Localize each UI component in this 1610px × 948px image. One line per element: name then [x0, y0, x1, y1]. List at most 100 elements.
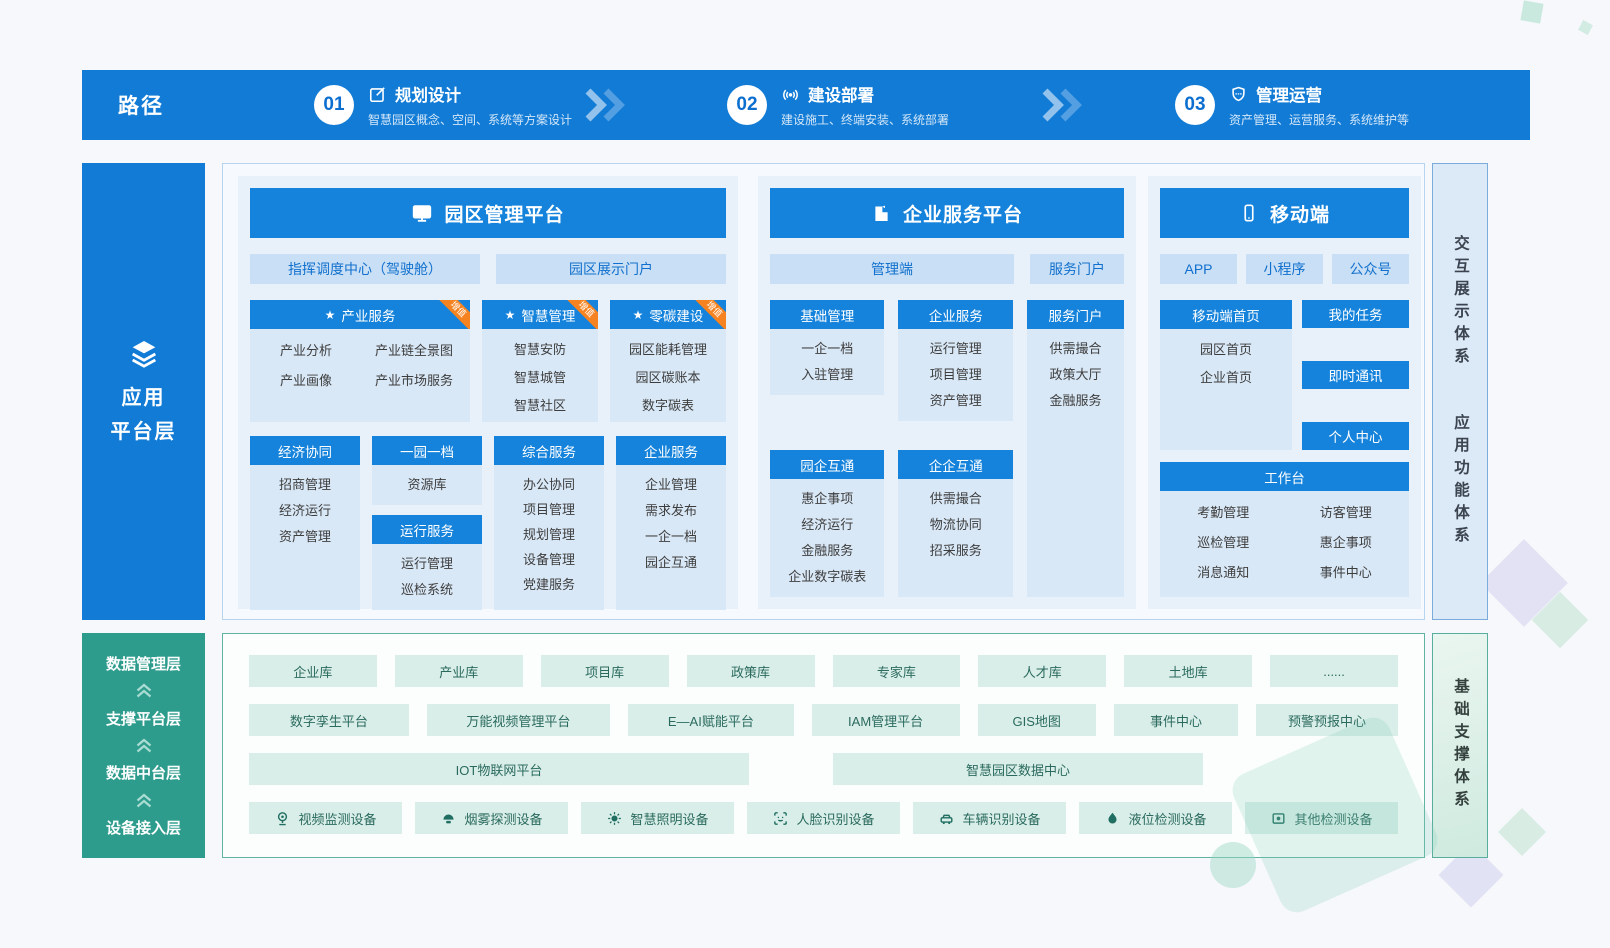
other-detection-device-button[interactable]: 其他检测设备: [1245, 802, 1398, 834]
card-item: 惠企事项: [772, 486, 882, 512]
video-monitor-device-button[interactable]: 视频监测设备: [249, 802, 402, 834]
gis-map-button[interactable]: GIS地图: [978, 704, 1096, 736]
card-item: 金融服务: [1029, 388, 1122, 414]
application-platform-panel: 园区管理平台 指挥调度中心（驾驶舱） 园区展示门户 ★ 产业服务 增值 产业分析…: [222, 163, 1425, 620]
card-item: 招商管理: [252, 472, 358, 498]
workbench-card: 工作台 考勤管理 访客管理 巡检管理 惠企事项 消息通知 事件中心: [1160, 462, 1409, 597]
card-header: 经济协同: [250, 436, 360, 465]
value-added-ribbon: 增值: [434, 300, 470, 329]
rail-label: 设备接入层: [106, 817, 181, 838]
early-warning-button[interactable]: 预警预报中心: [1256, 704, 1398, 736]
card-item: 企业管理: [618, 472, 724, 498]
card-header: 一园一档: [372, 436, 482, 465]
enterprise-platform-header: 企业服务平台: [770, 188, 1124, 238]
policy-db-button[interactable]: 政策库: [687, 655, 815, 687]
platform-title: 园区管理平台: [444, 200, 564, 227]
path-bar: 路径 01 规划设计 智慧园区概念、空间、系统等方案设计 02 建设部署 建设施…: [82, 70, 1530, 140]
card-title: 零碳建设: [649, 305, 703, 325]
digital-twin-button[interactable]: 数字孪生平台: [249, 704, 409, 736]
mini-program-button[interactable]: 小程序: [1246, 254, 1323, 284]
device-label: 车辆识别设备: [962, 809, 1040, 828]
card-item: 供需撮合: [1029, 336, 1122, 362]
zero-carbon-card: ★ 零碳建设 增值 园区能耗管理 园区碳账本 数字碳表: [610, 300, 726, 422]
layers-icon: [127, 337, 161, 371]
card-header: ★ 产业服务 增值: [250, 300, 470, 329]
card-header: 园企互通: [770, 450, 884, 479]
card-item: 物流协同: [900, 512, 1010, 538]
card-item: 政策大厅: [1029, 362, 1122, 388]
official-account-button[interactable]: 公众号: [1332, 254, 1409, 284]
platform-title: 移动端: [1270, 200, 1330, 227]
park-data-center-button[interactable]: 智慧园区数据中心: [833, 753, 1203, 785]
project-db-button[interactable]: 项目库: [541, 655, 669, 687]
industry-service-card: ★ 产业服务 增值 产业分析 产业链全景图 产业画像 产业市场服务: [250, 300, 470, 422]
card-item: 企业首页: [1162, 364, 1290, 392]
iot-platform-button[interactable]: IOT物联网平台: [249, 753, 749, 785]
app-channel-button[interactable]: APP: [1160, 254, 1237, 284]
path-step-01[interactable]: 01 规划设计 智慧园区概念、空间、系统等方案设计: [314, 82, 572, 128]
edit-icon: [368, 85, 387, 104]
smoke-detector-device-button[interactable]: 烟雾探测设备: [415, 802, 568, 834]
park-enterprise-link-card: 园企互通 惠企事项 经济运行 金融服务 企业数字碳表: [770, 450, 884, 597]
card-item: 资产管理: [900, 388, 1010, 414]
card-item: 项目管理: [900, 362, 1010, 388]
my-tasks-button[interactable]: 我的任务: [1302, 300, 1409, 328]
one-park-one-file-card: 一园一档 资源库: [372, 436, 482, 505]
iam-management-button[interactable]: IAM管理平台: [812, 704, 960, 736]
expert-db-button[interactable]: 专家库: [833, 655, 961, 687]
vehicle-recognition-device-button[interactable]: 车辆识别设备: [913, 802, 1066, 834]
smart-lighting-device-button[interactable]: 智慧照明设备: [581, 802, 734, 834]
decoration-square: [1520, 0, 1543, 23]
park-platform-header: 园区管理平台: [250, 188, 726, 238]
chevron-up-icon: [133, 737, 155, 754]
card-item: 园区首页: [1162, 336, 1290, 364]
platform-title: 企业服务平台: [903, 200, 1023, 227]
personal-center-button[interactable]: 个人中心: [1302, 422, 1409, 450]
device-label: 烟雾探测设备: [464, 809, 542, 828]
mobile-quick-buttons: 我的任务 即时通讯 个人中心: [1302, 300, 1409, 450]
card-header: 运行服务: [372, 515, 482, 544]
device-label: 视频监测设备: [298, 809, 376, 828]
liquid-level-device-button[interactable]: 液位检测设备: [1079, 802, 1232, 834]
comprehensive-service-card: 综合服务 办公协同 项目管理 规划管理 设备管理 党建服务: [494, 436, 604, 610]
enterprise-service-card: 企业服务 运行管理 项目管理 资产管理: [898, 300, 1012, 421]
data-middle-row: IOT物联网平台 智慧园区数据中心: [249, 753, 1398, 785]
video-management-button[interactable]: 万能视频管理平台: [427, 704, 610, 736]
building-icon: [871, 203, 892, 224]
card-item: 园企互通: [618, 550, 724, 576]
land-db-button[interactable]: 土地库: [1124, 655, 1252, 687]
device-label: 液位检测设备: [1128, 809, 1206, 828]
application-platform-band: 应用 平台层 园区管理平台 指挥调度中心（驾驶舱） 园区展示门户 ★ 产业服务 …: [82, 163, 1488, 620]
card-item: 消息通知: [1162, 558, 1285, 588]
talent-db-button[interactable]: 人才库: [978, 655, 1106, 687]
instant-messaging-button[interactable]: 即时通讯: [1302, 361, 1409, 389]
card-item: 产业分析: [252, 336, 360, 366]
chevron-up-icon: [133, 682, 155, 699]
app-platform-layer-rail: 应用 平台层: [82, 163, 205, 620]
path-step-02[interactable]: 02 建设部署 建设施工、终端安装、系统部署: [727, 82, 949, 128]
management-portal-button[interactable]: 管理端: [770, 254, 1014, 284]
industry-db-button[interactable]: 产业库: [395, 655, 523, 687]
card-item: 资产管理: [252, 524, 358, 550]
star-icon: ★: [633, 308, 644, 322]
face-recognition-device-button[interactable]: 人脸识别设备: [747, 802, 900, 834]
park-portal-button[interactable]: 园区展示门户: [496, 254, 726, 284]
enterprise-db-button[interactable]: 企业库: [249, 655, 377, 687]
step-number-badge: 03: [1175, 85, 1215, 125]
service-portal-button[interactable]: 服务门户: [1030, 254, 1124, 284]
basic-support-rail: 基础支撑体系: [1432, 633, 1488, 858]
ai-enable-button[interactable]: E—AI赋能平台: [628, 704, 794, 736]
star-icon: ★: [325, 308, 336, 322]
rail-label-line: 应用: [122, 383, 166, 413]
card-header: 企业服务: [898, 300, 1012, 329]
command-center-button[interactable]: 指挥调度中心（驾驶舱）: [250, 254, 480, 284]
decoration-cube: [1480, 539, 1568, 627]
path-step-03[interactable]: 03 管理运营 资产管理、运营服务、系统维护等: [1175, 82, 1409, 128]
card-header: 企业服务: [616, 436, 726, 465]
card-item: 供需撮合: [900, 486, 1010, 512]
card-item: 金融服务: [772, 538, 882, 564]
more-db-button[interactable]: ......: [1270, 655, 1398, 687]
card-item: 入驻管理: [772, 362, 882, 388]
event-center-button[interactable]: 事件中心: [1114, 704, 1238, 736]
enterprise-subcolumn: 基础管理 一企一档 入驻管理 园企互通 惠企事项 经济运行 金融服务: [770, 300, 884, 597]
